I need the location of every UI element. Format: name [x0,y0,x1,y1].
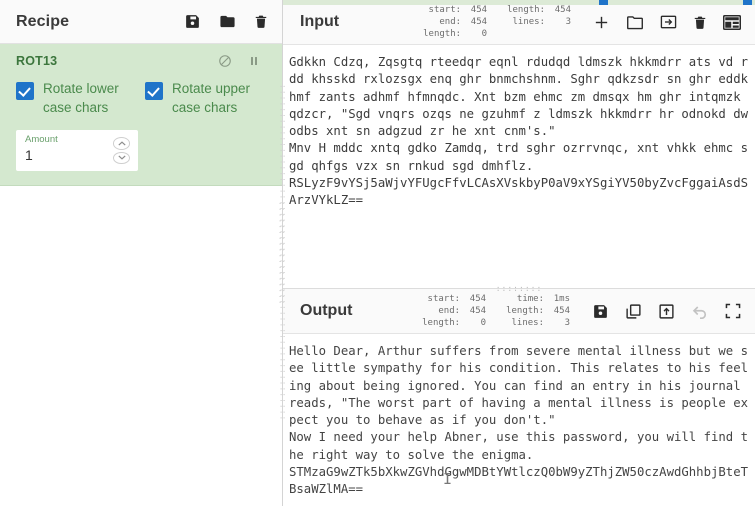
checkbox-rotate-lower-case[interactable] [16,82,34,100]
output-title-bar: Output start: 454 end: 454 length: 0 time: 1… [283,289,755,334]
stepper-up-icon[interactable] [113,137,130,150]
input-meta-col-2: length: 454 lines: 3 [507,4,571,40]
input-lines-value: 3 [565,17,571,27]
cyberchef-app: Recipe ROT13 Rotate lower case chars Rot… [0,0,755,506]
output-meta: start: 454 end: 454 length: 0 time: 1ms leng… [422,293,570,329]
output-time-value: 1ms [553,294,570,304]
output-end-label: end: [438,306,461,316]
pause-icon[interactable] [248,54,260,68]
amount-field[interactable]: Amount 1 [16,130,138,171]
output-start-value: 454 [469,294,487,304]
output-total-length-value: 454 [553,306,570,316]
recipe-empty-area[interactable] [0,186,282,506]
save-output-icon[interactable] [592,303,609,320]
input-start-label: start: [428,5,462,15]
open-as-input-icon[interactable] [660,14,677,30]
stepper-down-icon[interactable] [113,151,130,164]
output-end-value: 454 [469,306,487,316]
input-start-value: 454 [470,5,488,15]
output-meta-col-1: start: 454 end: 454 length: 0 [422,293,486,329]
input-icons [593,14,743,31]
io-pane: Input start: 454 end: 454 length: 0 length:… [279,0,755,506]
input-total-length-label: length: [507,5,545,15]
recipe-operation-rot13[interactable]: ROT13 Rotate lower case chars Rotate upp… [0,44,282,186]
output-title: Output [300,302,353,319]
arg-rotate-lower-case[interactable]: Rotate lower case chars [12,79,141,117]
input-title: Input [300,13,340,30]
input-output-splitter[interactable]: :::::::: [283,285,755,293]
recipe-title-icons [184,13,268,30]
copy-output-icon[interactable] [625,303,642,320]
folder-icon[interactable] [218,13,237,30]
output-start-label: start: [427,294,461,304]
arg-label-rotate-upper-case: Rotate upper case chars [172,81,251,115]
input-meta-col-1: start: 454 end: 454 length: 0 [423,4,487,40]
io-left-splitter[interactable]: ::::::::::::::::::::::::::::::::::::::::… [279,0,288,506]
replace-input-icon[interactable] [658,303,675,320]
input-textarea[interactable]: Gdkkn Cdzq, Zqsgtq rteedqr eqnl rdudqd l… [283,45,755,288]
open-folder-icon[interactable] [626,14,644,30]
trash-icon[interactable] [254,13,268,30]
save-icon[interactable] [184,13,201,30]
output-total-length-label: length: [506,306,544,316]
input-meta: start: 454 end: 454 length: 0 length: 454 li… [423,4,571,40]
disable-icon[interactable] [218,54,232,68]
clear-io-icon[interactable] [693,14,707,31]
output-meta-col-2: time: 1ms length: 454 lines: 3 [506,293,570,329]
recipe-title: Recipe [16,12,70,30]
arg-rotate-upper-case[interactable]: Rotate upper case chars [141,79,270,117]
operation-header-icons [218,54,266,68]
recipe-overflow-strip [283,0,755,5]
output-textarea[interactable]: Hello Dear, Arthur suffers from severe m… [283,334,755,506]
input-length-value: 0 [481,29,488,39]
input-total-length-value: 454 [554,5,571,15]
recipe-title-bar: Recipe [0,0,282,44]
output-lines-label: lines: [511,318,544,328]
output-length-value: 0 [480,318,487,328]
operation-name: ROT13 [16,54,58,68]
input-end-label: end: [439,17,462,27]
input-end-value: 454 [470,17,488,27]
recipe-pane: Recipe ROT13 Rotate lower case chars Rot… [0,0,287,506]
input-section: Input start: 454 end: 454 length: 0 length:… [283,0,755,289]
output-time-label: time: [516,294,544,304]
input-length-label: length: [423,29,462,39]
checkbox-rotate-upper-case[interactable] [145,82,163,100]
add-tab-icon[interactable] [593,14,610,31]
input-title-bar: Input start: 454 end: 454 length: 0 length:… [283,0,755,45]
output-icons [592,303,743,320]
recipe-operation-list: ROT13 Rotate lower case chars Rotate upp… [0,44,282,186]
output-section: Output start: 454 end: 454 length: 0 time: 1… [283,289,755,506]
operation-header: ROT13 [12,54,270,68]
reset-layout-icon[interactable] [723,14,741,30]
arg-label-rotate-lower-case: Rotate lower case chars [43,81,119,115]
undo-icon[interactable] [691,304,709,319]
maximise-icon[interactable] [725,303,741,319]
input-lines-label: lines: [512,17,545,27]
operation-arguments: Rotate lower case chars Rotate upper cas… [12,79,270,117]
output-length-label: length: [422,318,461,328]
output-lines-value: 3 [564,318,570,328]
amount-stepper[interactable] [113,137,130,164]
